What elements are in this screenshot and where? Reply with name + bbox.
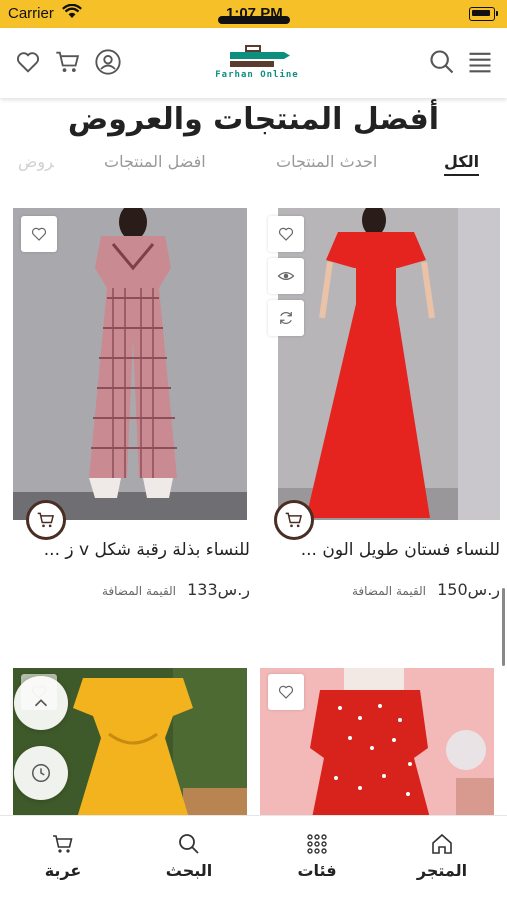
heart-icon[interactable] — [14, 48, 42, 76]
grid-icon — [307, 834, 327, 854]
clock-icon — [32, 764, 50, 782]
nav-store-label: المتجر — [416, 861, 468, 880]
wifi-icon — [62, 3, 82, 20]
cart-icon — [53, 835, 73, 853]
app-header: Farhan Online — [0, 28, 507, 98]
menu-icon[interactable] — [466, 48, 494, 76]
product-card[interactable]: للنساء بذلة رقبة شكل v ز ... ر.س133 القي… — [8, 208, 250, 608]
section-title: أفضل المنتجات والعروض — [67, 102, 440, 137]
cart-icon — [37, 512, 55, 528]
tab-latest[interactable]: احدث المنتجات — [276, 152, 377, 171]
refresh-icon — [280, 312, 292, 324]
nav-search[interactable]: البحث — [144, 832, 234, 880]
eye-icon — [277, 272, 295, 280]
product-price: ر.س150 — [437, 580, 500, 599]
product-price: ر.س133 — [187, 580, 250, 599]
brand-logo[interactable]: Farhan Online — [190, 42, 322, 86]
tab-offers[interactable]: عروض — [18, 152, 54, 171]
add-to-cart-button[interactable] — [26, 500, 66, 540]
cart-icon — [285, 512, 303, 528]
history-button[interactable] — [14, 746, 68, 800]
cart-icon[interactable] — [54, 48, 82, 76]
carrier-label: Carrier — [8, 5, 54, 22]
price-row: ر.س133 القيمة المضافة — [10, 580, 250, 599]
logo-text: Farhan Online — [215, 70, 299, 80]
vat-label: القيمة المضافة — [101, 584, 177, 598]
nav-cart[interactable]: عربة — [18, 832, 108, 880]
add-to-cart-button[interactable] — [274, 500, 314, 540]
heart-icon — [31, 227, 47, 241]
nav-cart-label: عربة — [44, 861, 82, 880]
nav-categories[interactable]: فئات — [272, 832, 362, 880]
bottom-nav: المتجر فئات البحث عربة — [0, 815, 507, 901]
nav-categories-label: فئات — [297, 861, 337, 880]
price-row: ر.س150 القيمة المضافة — [260, 580, 500, 599]
battery-icon — [469, 7, 498, 21]
product-filter-tabs: الكل احدث المنتجات افضل المنتجات عروض — [0, 152, 507, 182]
product-card[interactable]: للنساء فستان طويل الون ... ر.س150 القيمة… — [260, 208, 500, 608]
user-icon[interactable] — [94, 48, 122, 76]
wishlist-button[interactable] — [21, 216, 57, 252]
wishlist-button[interactable] — [268, 674, 304, 710]
chevron-up-icon — [34, 699, 48, 707]
heart-icon — [278, 685, 294, 699]
product-card[interactable] — [260, 668, 500, 818]
product-name[interactable]: للنساء فستان طويل الون ... — [260, 540, 500, 560]
search-icon — [179, 834, 199, 854]
compare-button[interactable] — [268, 300, 304, 336]
home-indicator-pill — [218, 16, 290, 24]
product-image[interactable] — [13, 208, 247, 520]
tab-best[interactable]: افضل المنتجات — [104, 152, 206, 171]
product-name[interactable]: للنساء بذلة رقبة شكل v ز ... — [10, 540, 250, 560]
nav-store[interactable]: المتجر — [397, 832, 487, 880]
home-icon — [432, 833, 452, 854]
quick-view-button[interactable] — [268, 258, 304, 294]
tab-all[interactable]: الكل — [444, 152, 480, 176]
heart-icon — [278, 227, 294, 241]
product-image[interactable] — [260, 208, 458, 520]
vat-label: القيمة المضافة — [351, 584, 427, 598]
wishlist-button[interactable] — [268, 216, 304, 252]
scrollbar[interactable] — [502, 588, 505, 666]
search-icon[interactable] — [428, 48, 456, 76]
nav-search-label: البحث — [165, 861, 213, 880]
scroll-to-top-button[interactable] — [14, 676, 68, 730]
